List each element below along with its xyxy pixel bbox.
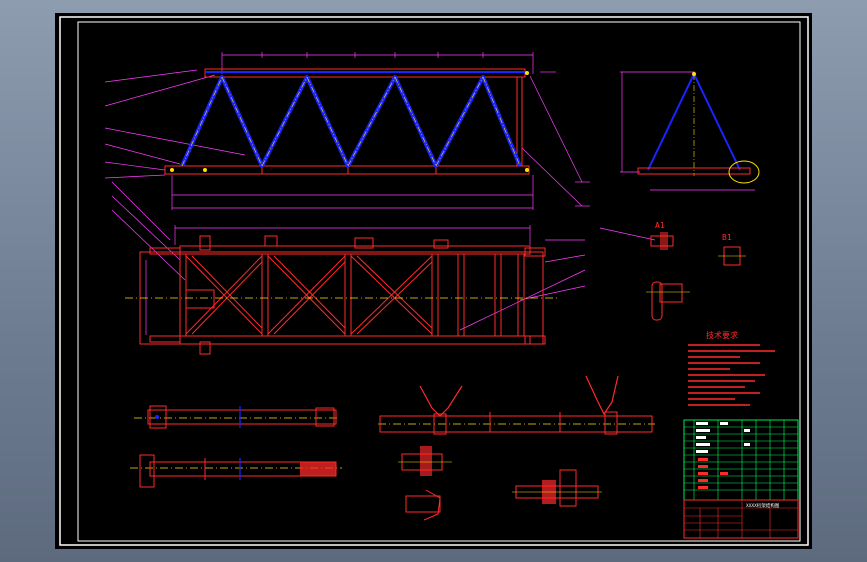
notes-lines [688, 344, 775, 406]
bolt-markers [170, 71, 529, 172]
truss-elevation-view [104, 52, 590, 210]
drawing-sheet: A1 B1 技术要求 XXXX桁架结构图 [55, 13, 812, 549]
notes-heading: 技术要求 [706, 330, 738, 340]
technical-notes: 技术要求 [688, 330, 775, 406]
title-block: XXXX桁架结构图 [683, 499, 799, 539]
truss-side-view [620, 71, 760, 191]
cad-drawing-canvas: A1 B1 技术要求 XXXX桁架结构图 [59, 16, 809, 546]
section-detail-5 [512, 469, 602, 507]
section-detail-3 [378, 375, 655, 435]
section-detail-4 [398, 446, 452, 521]
cad-viewport[interactable]: A1 B1 技术要求 XXXX桁架结构图 [0, 0, 867, 562]
detail-mark-a1: A1 [655, 221, 665, 230]
detail-a: A1 B1 [646, 221, 746, 321]
sheet-border [59, 16, 809, 546]
detail-mark-b1: B1 [722, 233, 732, 242]
parts-list-table [683, 419, 799, 501]
truss-web-members [180, 71, 525, 168]
title-block-title: XXXX桁架结构图 [746, 502, 780, 509]
section-detail-2 [130, 454, 342, 488]
section-detail-1 [134, 405, 338, 429]
